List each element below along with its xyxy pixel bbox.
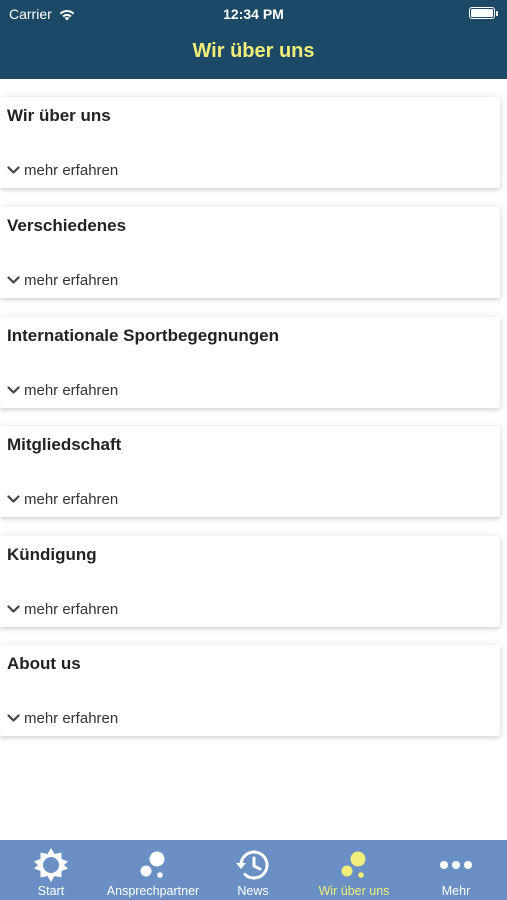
expand-button[interactable]: mehr erfahren xyxy=(7,710,118,727)
expand-button[interactable]: mehr erfahren xyxy=(7,272,118,289)
section-card[interactable]: Mitgliedschaft mehr erfahren xyxy=(0,426,500,517)
section-list: Wir über uns mehr erfahren Verschiedenes… xyxy=(0,79,507,840)
section-card[interactable]: Kündigung mehr erfahren xyxy=(0,536,500,627)
expand-button[interactable]: mehr erfahren xyxy=(7,382,118,399)
tab-mehr[interactable]: Mehr xyxy=(401,840,507,900)
section-title: Internationale Sportbegegnungen xyxy=(7,326,280,345)
expand-label: mehr erfahren xyxy=(24,272,119,289)
contacts-dots-icon xyxy=(140,851,165,878)
section-title: Wir über uns xyxy=(7,106,111,125)
tab-wir-ueber-uns[interactable]: Wir über uns xyxy=(299,840,409,900)
expand-label: mehr erfahren xyxy=(24,710,119,727)
tab-ansprechpartner[interactable]: Ansprechpartner xyxy=(98,840,208,900)
tab-label: Start xyxy=(37,884,65,898)
chevron-down-icon xyxy=(7,386,20,394)
tab-label: Wir über uns xyxy=(318,884,390,898)
page-title: Wir über uns xyxy=(192,40,315,62)
chevron-down-icon xyxy=(7,166,20,174)
status-time: 12:34 PM xyxy=(223,6,284,22)
section-card[interactable]: Verschiedenes mehr erfahren xyxy=(0,207,500,298)
header: Carrier 12:34 PM Wir über uns xyxy=(0,0,507,79)
section-card[interactable]: Internationale Sportbegegnungen mehr erf… xyxy=(0,317,500,408)
more-dots-icon xyxy=(440,861,472,869)
section-card[interactable]: Wir über uns mehr erfahren xyxy=(0,97,500,188)
expand-label: mehr erfahren xyxy=(24,162,119,179)
about-dots-icon xyxy=(341,851,366,878)
tab-label: Mehr xyxy=(441,884,471,898)
section-title: About us xyxy=(7,654,81,673)
tab-start[interactable]: Start xyxy=(0,840,106,900)
section-title: Kündigung xyxy=(7,545,97,564)
section-card[interactable]: About us mehr erfahren xyxy=(0,645,500,736)
section-title: Verschiedenes xyxy=(7,216,127,235)
expand-button[interactable]: mehr erfahren xyxy=(7,491,118,508)
tab-label: Ansprechpartner xyxy=(106,884,200,898)
chevron-down-icon xyxy=(7,495,20,503)
chevron-down-icon xyxy=(7,276,20,284)
expand-label: mehr erfahren xyxy=(24,491,119,508)
expand-label: mehr erfahren xyxy=(24,601,119,618)
tab-bar: Start Ansprechpartner News Wir über uns … xyxy=(0,840,507,900)
section-title: Mitgliedschaft xyxy=(7,435,122,454)
expand-label: mehr erfahren xyxy=(24,382,119,399)
expand-button[interactable]: mehr erfahren xyxy=(7,162,118,179)
expand-button[interactable]: mehr erfahren xyxy=(7,601,118,618)
tab-label: News xyxy=(237,884,269,898)
chevron-down-icon xyxy=(7,714,20,722)
sun-icon xyxy=(34,848,68,882)
status-bar: Carrier 12:34 PM xyxy=(0,0,507,28)
chevron-down-icon xyxy=(7,605,20,613)
battery-icon xyxy=(469,7,498,19)
tab-news[interactable]: News xyxy=(198,840,308,900)
history-clock-icon xyxy=(236,850,269,880)
